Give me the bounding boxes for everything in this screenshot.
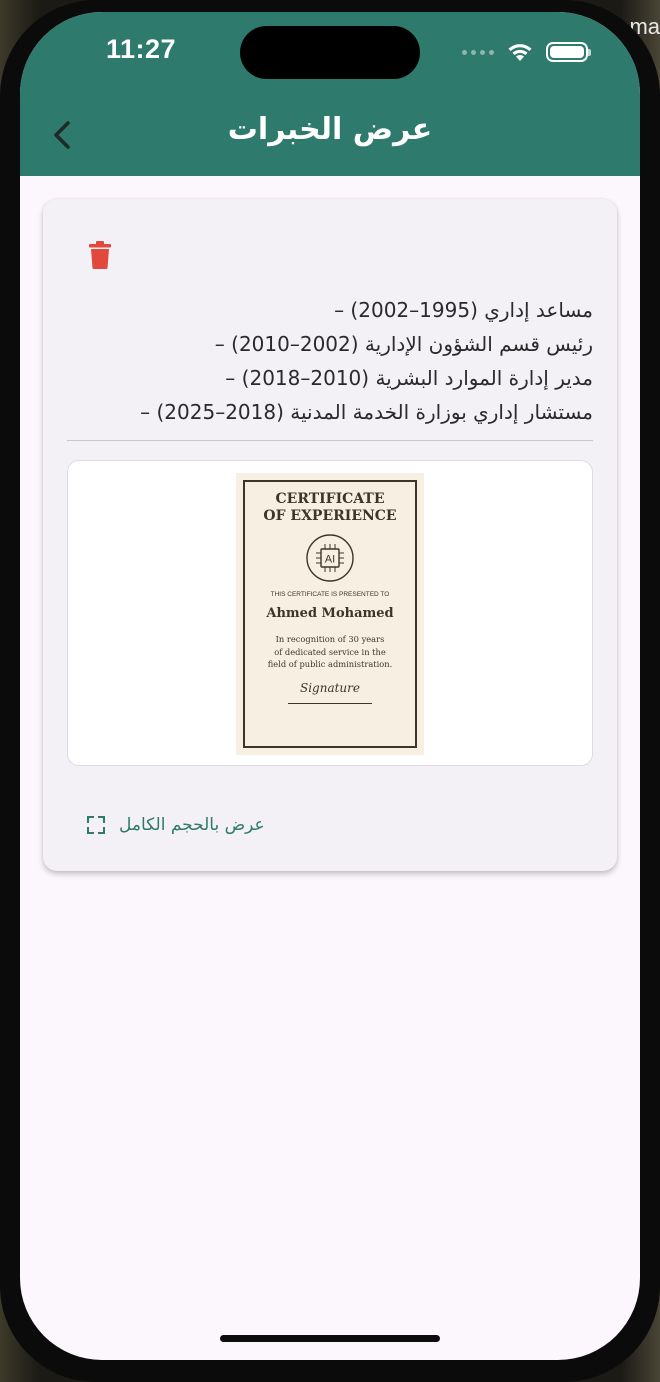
divider [67, 440, 593, 441]
certificate-body: In recognition of 30 years of dedicated … [267, 634, 393, 669]
battery-icon [546, 42, 591, 62]
certificate-image[interactable]: CERTIFICATE OF EXPERIENCE AI THIS CERTIF… [236, 473, 424, 755]
home-indicator[interactable] [220, 1335, 440, 1342]
wifi-icon [508, 44, 532, 61]
page-title: عرض الخبرات [227, 112, 433, 147]
experience-item: رئيس قسم الشؤون الإدارية (2002–2010) – [214, 332, 593, 356]
experience-card: مساعد إداري (1995–2002) – رئيس قسم الشؤو… [43, 199, 617, 871]
app-header: 11:27 عرض الخبرات [20, 12, 640, 176]
view-full-size-label: عرض بالحجم الكامل [119, 815, 265, 835]
experience-list: مساعد إداري (1995–2002) – رئيس قسم الشؤو… [73, 293, 593, 429]
experience-item: مساعد إداري (1995–2002) – [334, 298, 593, 322]
status-time: 11:27 [106, 34, 177, 64]
experience-item: مستشار إداري بوزارة الخدمة المدنية (2018… [140, 400, 593, 424]
screen: 11:27 عرض الخبرات مساعد إداري (1995–2002… [20, 12, 640, 1360]
certificate-signature: Signature [299, 681, 360, 695]
certificate-title: CERTIFICATE OF EXPERIENCE [263, 491, 397, 524]
status-icons [462, 40, 591, 64]
expand-icon [87, 816, 105, 834]
certificate-presented-to: THIS CERTIFICATE IS PRESENTED TO [270, 591, 390, 598]
certificate-recipient-name: Ahmed Mohamed [266, 606, 394, 621]
signature-line [288, 703, 372, 704]
dynamic-island [240, 26, 420, 79]
ai-chip-icon: AI [306, 534, 354, 582]
phone-frame: 11:27 عرض الخبرات مساعد إداري (1995–2002… [0, 0, 660, 1382]
experience-item: مدير إدارة الموارد البشرية (2010–2018) – [225, 366, 593, 390]
delete-button[interactable] [89, 241, 111, 269]
seal-text: AI [325, 554, 335, 566]
cellular-signal-icon [462, 49, 494, 55]
view-full-size-button[interactable]: عرض بالحجم الكامل [87, 815, 265, 835]
certificate-image-container: CERTIFICATE OF EXPERIENCE AI THIS CERTIF… [67, 460, 593, 766]
